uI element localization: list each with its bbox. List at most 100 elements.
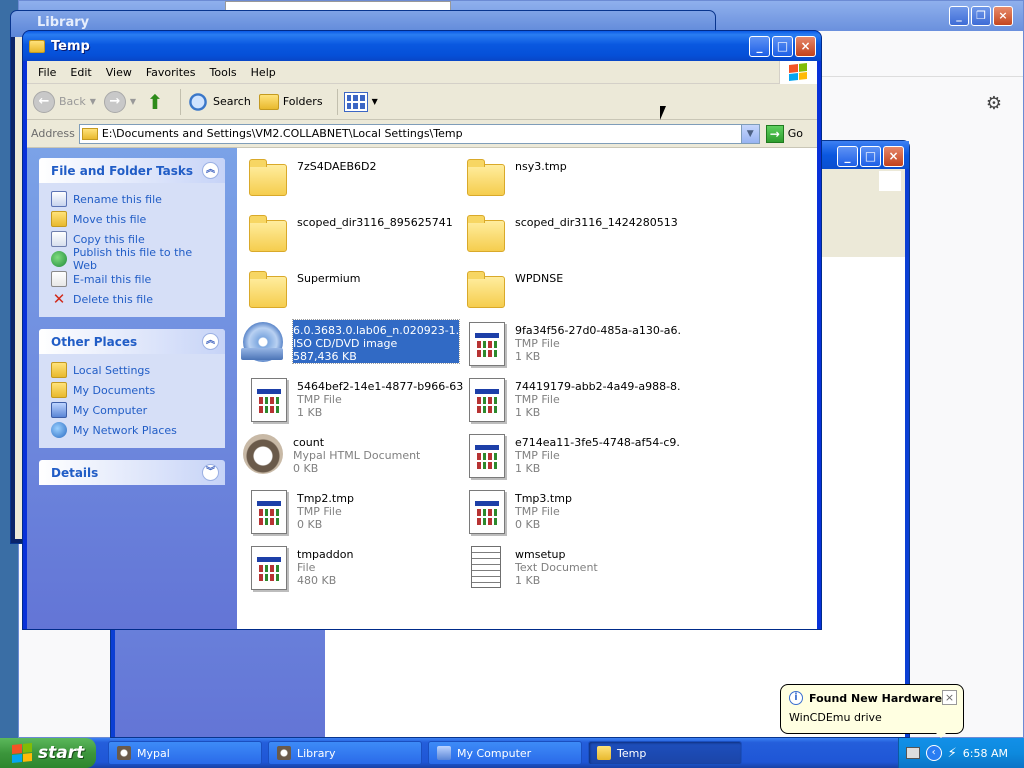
collapse-chevron-icon[interactable]: ︽ — [202, 333, 219, 350]
temp-titlebar[interactable]: Temp _ □ × — [23, 31, 821, 61]
caption-buttons: _ □ × — [749, 36, 816, 57]
task-move[interactable]: Move this file — [51, 209, 215, 229]
task-delete[interactable]: ✕ Delete this file — [51, 289, 215, 309]
chevron-down-icon: ▼ — [89, 97, 96, 106]
collapse-chevron-icon[interactable]: ︽ — [202, 162, 219, 179]
copy-icon — [51, 231, 67, 247]
tmp-file-icon — [469, 434, 505, 478]
close-icon[interactable]: × — [993, 6, 1013, 26]
expand-chevron-icon[interactable]: ︾ — [202, 464, 219, 481]
file-item[interactable]: Supermium — [245, 268, 463, 320]
taskbar-item-temp[interactable]: Temp — [588, 741, 742, 765]
file-item[interactable]: Tmp3.tmp TMP File 0 KB — [463, 488, 681, 540]
file-item[interactable]: tmpaddon File 480 KB — [245, 544, 463, 596]
folder-icon — [249, 271, 287, 308]
taskbar-item-library[interactable]: Library — [268, 741, 422, 765]
minimize-icon[interactable]: _ — [837, 146, 858, 167]
other-places-header[interactable]: Other Places ︽ — [39, 329, 225, 354]
taskbar-item-my-computer[interactable]: My Computer — [428, 741, 582, 765]
file-folder-tasks-header[interactable]: File and Folder Tasks ︽ — [39, 158, 225, 183]
standard-toolbar: ← Back ▼ → ▼ ⬆ Search Folders ▼ — [27, 84, 817, 120]
menu-help[interactable]: Help — [244, 66, 283, 79]
views-button[interactable]: ▼ — [343, 91, 378, 112]
mypal-caption-buttons: _ ❐ × — [949, 6, 1013, 26]
tmp-file-icon — [469, 378, 505, 422]
file-item[interactable]: scoped_dir3116_1424280513 — [463, 212, 681, 264]
text-document-icon — [471, 546, 501, 588]
found-new-hardware-balloon[interactable]: i Found New Hardware × WinCDEmu drive — [780, 684, 964, 738]
delete-icon: ✕ — [52, 290, 66, 308]
place-my-documents[interactable]: My Documents — [51, 380, 215, 400]
task-email[interactable]: E-mail this file — [51, 269, 215, 289]
details-header[interactable]: Details ︾ — [39, 460, 225, 485]
folder-icon — [467, 271, 505, 308]
forward-button[interactable]: → ▼ — [103, 90, 136, 113]
info-icon: i — [789, 691, 803, 705]
maximize-icon[interactable]: □ — [860, 146, 881, 167]
balloon-close-button[interactable]: × — [942, 690, 957, 705]
tray-expand-icon[interactable]: ‹ — [925, 745, 942, 761]
tmp-file-icon — [469, 490, 505, 534]
go-button[interactable]: → Go — [765, 124, 803, 143]
address-dropdown-icon[interactable]: ▼ — [740, 124, 759, 143]
file-item[interactable]: Tmp2.tmp TMP File 0 KB — [245, 488, 463, 540]
place-my-computer[interactable]: My Computer — [51, 400, 215, 420]
restore-icon[interactable]: ❐ — [971, 6, 991, 26]
place-local-settings[interactable]: Local Settings — [51, 360, 215, 380]
tmp-file-icon — [251, 490, 287, 534]
window-title: Temp — [51, 38, 90, 54]
hardware-icon[interactable]: ⚡ — [948, 746, 957, 761]
start-button[interactable]: start — [0, 738, 96, 768]
rename-icon — [51, 191, 67, 207]
windows-flag-icon — [12, 742, 32, 764]
menu-tools[interactable]: Tools — [203, 66, 244, 79]
tmp-file-icon — [251, 546, 287, 590]
task-publish[interactable]: Publish this file to the Web — [51, 246, 215, 272]
email-icon — [51, 271, 67, 287]
other-places-panel: Other Places ︽ Local Settings My Documen… — [39, 329, 225, 448]
windows-logo-icon — [779, 61, 817, 84]
maximize-button[interactable]: □ — [772, 36, 793, 57]
disc-image-icon — [241, 322, 283, 362]
file-item[interactable]: e714ea11-3fe5-4748-af54-c9... TMP File 1… — [463, 432, 681, 484]
menu-favorites[interactable]: Favorites — [139, 66, 203, 79]
up-button[interactable]: ⬆ — [144, 91, 166, 113]
folders-button[interactable]: Folders — [258, 93, 323, 110]
file-item[interactable]: 9fa34f56-27d0-485a-a130-a6... TMP File 1… — [463, 320, 681, 372]
menu-view[interactable]: View — [99, 66, 139, 79]
file-item[interactable]: wmsetup Text Document 1 KB — [463, 544, 681, 596]
minimize-button[interactable]: _ — [749, 36, 770, 57]
chevron-down-icon: ▼ — [371, 97, 378, 106]
file-item[interactable]: scoped_dir3116_895625741 — [245, 212, 463, 264]
clock[interactable]: 6:58 AM — [963, 747, 1008, 760]
back-button[interactable]: ← Back ▼ — [33, 90, 96, 113]
search-icon — [189, 92, 207, 111]
file-item[interactable]: 5464bef2-14e1-4877-b966-63... TMP File 1… — [245, 376, 463, 428]
file-item[interactable]: nsy3.tmp — [463, 156, 681, 208]
close-button[interactable]: × — [795, 36, 816, 57]
temp-explorer-window: Temp _ □ × File Edit View Favorites Tool… — [22, 30, 822, 630]
menu-edit[interactable]: Edit — [63, 66, 98, 79]
place-my-network-places[interactable]: My Network Places — [51, 420, 215, 440]
publish-web-icon — [51, 251, 67, 267]
file-item[interactable]: 7zS4DAEB6D2 — [245, 156, 463, 208]
task-rename[interactable]: Rename this file — [51, 189, 215, 209]
file-item[interactable]: count Mypal HTML Document 0 KB — [241, 432, 459, 484]
tmp-file-icon — [469, 322, 505, 366]
taskbar-item-mypal[interactable]: Mypal — [108, 741, 262, 765]
tmp-file-icon — [251, 378, 287, 422]
search-button[interactable]: Search — [187, 91, 251, 113]
folder-icon — [597, 746, 611, 760]
file-item[interactable]: WPDNSE — [463, 268, 681, 320]
back-arrow-icon: ← — [33, 90, 55, 113]
close-icon[interactable]: × — [883, 146, 904, 167]
address-field[interactable]: E:\Documents and Settings\VM2.COLLABNET\… — [78, 123, 760, 144]
gear-icon[interactable]: ⚙ — [983, 93, 1005, 115]
file-item[interactable]: 74419179-abb2-4a49-a988-8... TMP File 1 … — [463, 376, 681, 428]
file-item-selected[interactable]: 6.0.3683.0.lab06_n.020923-1... ISO CD/DV… — [241, 319, 460, 372]
balloon-message: WinCDEmu drive — [789, 711, 882, 724]
file-folder-tasks-panel: File and Folder Tasks ︽ Rename this file… — [39, 158, 225, 317]
menu-file[interactable]: File — [31, 66, 63, 79]
minimize-icon[interactable]: _ — [949, 6, 969, 26]
keyboard-icon[interactable] — [905, 747, 920, 759]
